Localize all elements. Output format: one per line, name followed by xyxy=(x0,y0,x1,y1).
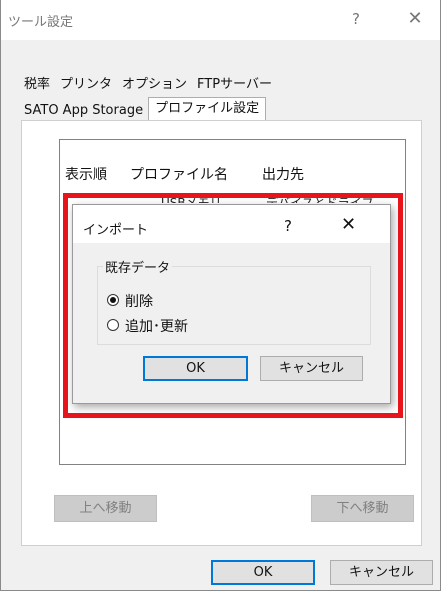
close-icon[interactable]: ✕ xyxy=(403,8,427,29)
annotation-highlight-box xyxy=(63,193,403,418)
tab-ftp-server[interactable]: FTPサーバー xyxy=(192,76,277,94)
ok-button[interactable]: OK xyxy=(211,560,315,585)
cancel-button[interactable]: キャンセル xyxy=(330,560,433,585)
tab-tax-rate[interactable]: 税率 xyxy=(19,76,55,94)
column-header-order[interactable]: 表示順 xyxy=(65,164,107,184)
tab-sato-app-storage[interactable]: SATO App Storage xyxy=(19,102,148,120)
window-title: ツール設定 xyxy=(8,15,74,30)
column-header-destination[interactable]: 出力先 xyxy=(262,164,304,184)
tab-row-1: 税率 プリンタ オプション FTPサーバー xyxy=(19,74,277,94)
move-up-button[interactable]: 上へ移動 xyxy=(54,495,157,522)
tab-printer[interactable]: プリンタ xyxy=(55,76,117,94)
tab-row-2: SATO App Storage プロファイル設定 xyxy=(19,96,267,120)
title-bar: ツール設定 ? ✕ xyxy=(1,0,440,40)
tab-profile-settings[interactable]: プロファイル設定 xyxy=(148,97,267,120)
column-header-profile-name[interactable]: プロファイル名 xyxy=(130,164,228,184)
help-icon[interactable]: ? xyxy=(345,10,367,28)
move-down-button[interactable]: 下へ移動 xyxy=(311,495,414,522)
tab-options[interactable]: オプション xyxy=(117,76,192,94)
